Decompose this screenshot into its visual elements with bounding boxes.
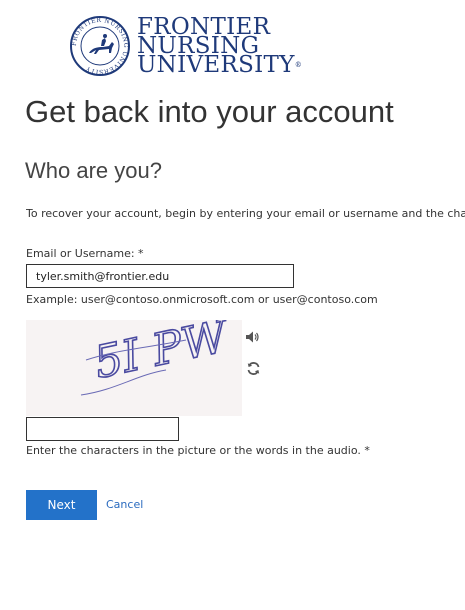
email-label: Email or Username: * xyxy=(26,247,144,260)
captcha-image: 5I PW xyxy=(26,320,242,416)
refresh-icon[interactable] xyxy=(246,361,261,376)
university-name: FRONTIER NURSING UNIVERSITY® xyxy=(137,13,302,78)
page-subtitle: Who are you? xyxy=(25,158,162,183)
speaker-icon[interactable] xyxy=(245,330,259,344)
page-title: Get back into your account xyxy=(25,94,394,129)
next-button[interactable]: Next xyxy=(26,490,97,520)
instructions-text: To recover your account, begin by enteri… xyxy=(26,207,465,220)
university-logo: FRONTIER NURSING UNIVERSITY FRONTIER NUR… xyxy=(69,15,302,77)
email-example-text: Example: user@contoso.onmicrosoft.com or… xyxy=(26,293,378,306)
captcha-input[interactable] xyxy=(26,417,179,441)
university-seal-icon: FRONTIER NURSING UNIVERSITY xyxy=(70,16,130,76)
cancel-link[interactable]: Cancel xyxy=(106,498,143,511)
captcha-instructions: Enter the characters in the picture or t… xyxy=(26,444,370,457)
email-field[interactable] xyxy=(26,264,294,288)
